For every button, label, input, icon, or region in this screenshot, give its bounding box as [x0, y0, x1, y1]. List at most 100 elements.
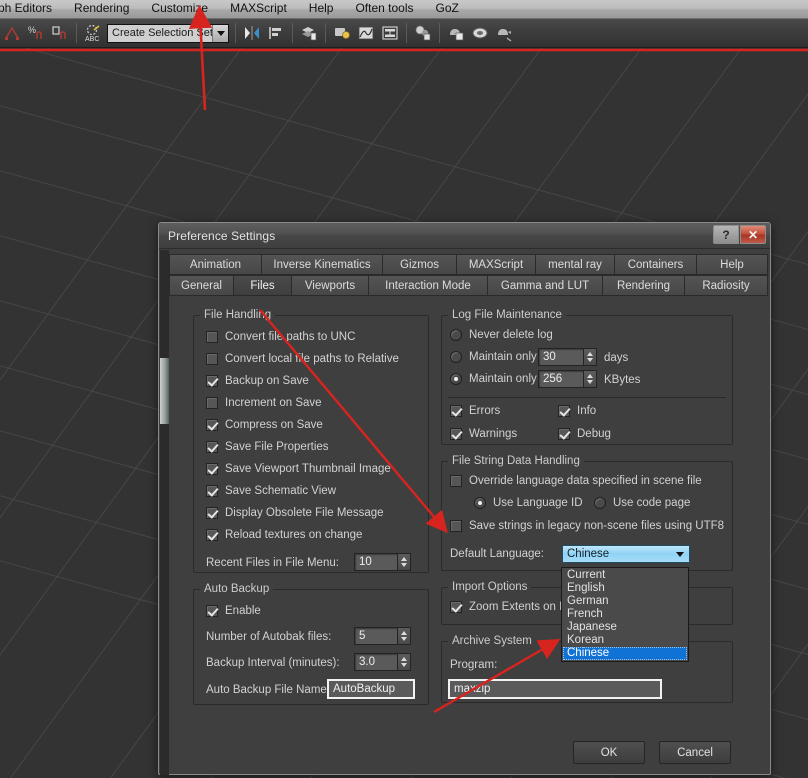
log-kbytes-spinner[interactable]: 256: [538, 370, 597, 388]
tab-maxscript[interactable]: MAXScript: [456, 254, 535, 275]
radio-maintain-kbytes[interactable]: Maintain only: [450, 373, 537, 385]
menu-item-often-tools[interactable]: Often tools: [344, 0, 424, 18]
backup-interval-value[interactable]: 3.0: [354, 653, 398, 671]
material-editor-icon[interactable]: [412, 21, 434, 45]
checkbox-box[interactable]: [206, 331, 218, 343]
close-icon[interactable]: ✕: [740, 225, 766, 244]
menu-item-goz[interactable]: GoZ: [425, 0, 470, 18]
dropdown-option-japanese[interactable]: Japanese: [563, 621, 687, 634]
radio-use-code-page[interactable]: Use code page: [594, 497, 690, 509]
checkbox-display-obsolete-file-message[interactable]: Display Obsolete File Message: [206, 507, 384, 519]
tab-interaction-mode[interactable]: Interaction Mode: [368, 275, 487, 296]
spinner-arrows-icon[interactable]: [398, 553, 411, 571]
menu-item-rendering[interactable]: Rendering: [63, 0, 140, 18]
recent-files-spinner[interactable]: 10: [354, 553, 411, 571]
checkbox-save-file-properties[interactable]: Save File Properties: [206, 441, 329, 453]
checkbox-box[interactable]: [206, 419, 218, 431]
log-kbytes-value[interactable]: 256: [538, 370, 584, 388]
checkbox-box[interactable]: [450, 405, 462, 417]
tab-gizmos[interactable]: Gizmos: [382, 254, 456, 275]
checkbox-box[interactable]: [206, 441, 218, 453]
default-language-dropdown-list[interactable]: Current English German French Japanese K…: [561, 567, 689, 662]
checkbox-reload-textures-on-change[interactable]: Reload textures on change: [206, 529, 362, 541]
dropdown-option-current[interactable]: Current: [563, 569, 687, 582]
menu-item-graph-editors[interactable]: ph Editors: [0, 0, 63, 18]
checkbox-box[interactable]: [450, 475, 462, 487]
render-production-icon[interactable]: [493, 21, 515, 45]
checkbox-box[interactable]: [206, 485, 218, 497]
ok-button[interactable]: OK: [573, 741, 645, 764]
checkbox-box[interactable]: [206, 529, 218, 541]
tab-general[interactable]: General: [169, 275, 233, 296]
curve-editor-icon[interactable]: [355, 21, 377, 45]
checkbox-save-viewport-thumbnail[interactable]: Save Viewport Thumbnail Image: [206, 463, 391, 475]
checkbox-box[interactable]: [206, 507, 218, 519]
tab-mental-ray[interactable]: mental ray: [535, 254, 614, 275]
name-selection-abc-icon[interactable]: ABC: [82, 21, 104, 45]
menu-item-maxscript[interactable]: MAXScript: [219, 0, 298, 18]
checkbox-save-schematic-view[interactable]: Save Schematic View: [206, 485, 336, 497]
backup-interval-spinner[interactable]: 3.0: [354, 653, 411, 671]
layer-manager-icon[interactable]: [298, 21, 320, 45]
number-of-autobak-files-value[interactable]: 5: [354, 627, 398, 645]
spinner-arrows-icon[interactable]: [398, 627, 411, 645]
checkbox-compress-on-save[interactable]: Compress on Save: [206, 419, 323, 431]
tab-files[interactable]: Files: [233, 275, 291, 296]
recent-files-value[interactable]: 10: [354, 553, 398, 571]
auto-backup-file-name-input[interactable]: AutoBackup: [327, 679, 415, 699]
chevron-down-icon[interactable]: [671, 552, 689, 557]
checkbox-backup-on-save[interactable]: Backup on Save: [206, 375, 309, 387]
tab-containers[interactable]: Containers: [614, 254, 696, 275]
checkbox-auto-backup-enable[interactable]: Enable: [206, 605, 261, 617]
checkbox-convert-local-paths-relative[interactable]: Convert local file paths to Relative: [206, 353, 399, 365]
menu-item-customize[interactable]: Customize: [140, 0, 219, 18]
checkbox-box[interactable]: [450, 601, 462, 613]
checkbox-log-info[interactable]: Info: [558, 405, 596, 417]
checkbox-box[interactable]: [206, 605, 218, 617]
align-named-icon[interactable]: [49, 21, 71, 45]
radio-button[interactable]: [450, 373, 462, 385]
dialog-title-bar[interactable]: Preference Settings ? ✕: [159, 223, 770, 249]
spinner-arrows-icon[interactable]: [584, 348, 597, 366]
checkbox-box[interactable]: [450, 520, 462, 532]
spinner-arrows-icon[interactable]: [398, 653, 411, 671]
dialog-scrollbar[interactable]: [160, 250, 169, 775]
tab-animation[interactable]: Animation: [169, 254, 261, 275]
chevron-down-icon[interactable]: [212, 25, 228, 42]
checkbox-save-strings-utf8[interactable]: Save strings in legacy non-scene files u…: [450, 520, 724, 532]
checkbox-override-language-data[interactable]: Override language data specified in scen…: [450, 475, 702, 487]
menu-item-help[interactable]: Help: [298, 0, 345, 18]
spinner-arrows-icon[interactable]: [584, 370, 597, 388]
tab-inverse-kinematics[interactable]: Inverse Kinematics: [261, 254, 382, 275]
dropdown-option-korean[interactable]: Korean: [563, 634, 687, 647]
default-language-combo[interactable]: Chinese: [562, 545, 690, 563]
tab-help[interactable]: Help: [696, 254, 768, 275]
dropdown-option-english[interactable]: English: [563, 582, 687, 595]
radio-maintain-days[interactable]: Maintain only: [450, 351, 537, 363]
cancel-button[interactable]: Cancel: [659, 741, 731, 764]
radio-button[interactable]: [474, 497, 486, 509]
dropdown-option-chinese[interactable]: Chinese: [563, 647, 687, 660]
log-days-spinner[interactable]: 30: [538, 348, 597, 366]
light-lister-icon[interactable]: [331, 21, 353, 45]
checkbox-convert-file-paths-unc[interactable]: Convert file paths to UNC: [206, 331, 355, 343]
log-days-value[interactable]: 30: [538, 348, 584, 366]
radio-button[interactable]: [594, 497, 606, 509]
mirror-icon[interactable]: [241, 21, 263, 45]
number-of-autobak-files-spinner[interactable]: 5: [354, 627, 411, 645]
tab-gamma-and-lut[interactable]: Gamma and LUT: [487, 275, 602, 296]
tab-viewports[interactable]: Viewports: [291, 275, 368, 296]
archive-program-input[interactable]: maxzip: [448, 679, 662, 699]
checkbox-box[interactable]: [450, 428, 462, 440]
scrollbar-thumb[interactable]: [160, 358, 169, 424]
radio-button[interactable]: [450, 329, 462, 341]
checkbox-box[interactable]: [558, 405, 570, 417]
radio-use-language-id[interactable]: Use Language ID: [474, 497, 583, 509]
align-icon[interactable]: [265, 21, 287, 45]
checkbox-box[interactable]: [206, 463, 218, 475]
checkbox-log-debug[interactable]: Debug: [558, 428, 611, 440]
tab-radiosity[interactable]: Radiosity: [684, 275, 768, 296]
create-selection-set-combo[interactable]: Create Selection Set: [107, 24, 229, 43]
dropdown-option-french[interactable]: French: [563, 608, 687, 621]
named-selection-sets-icon[interactable]: [1, 21, 23, 45]
